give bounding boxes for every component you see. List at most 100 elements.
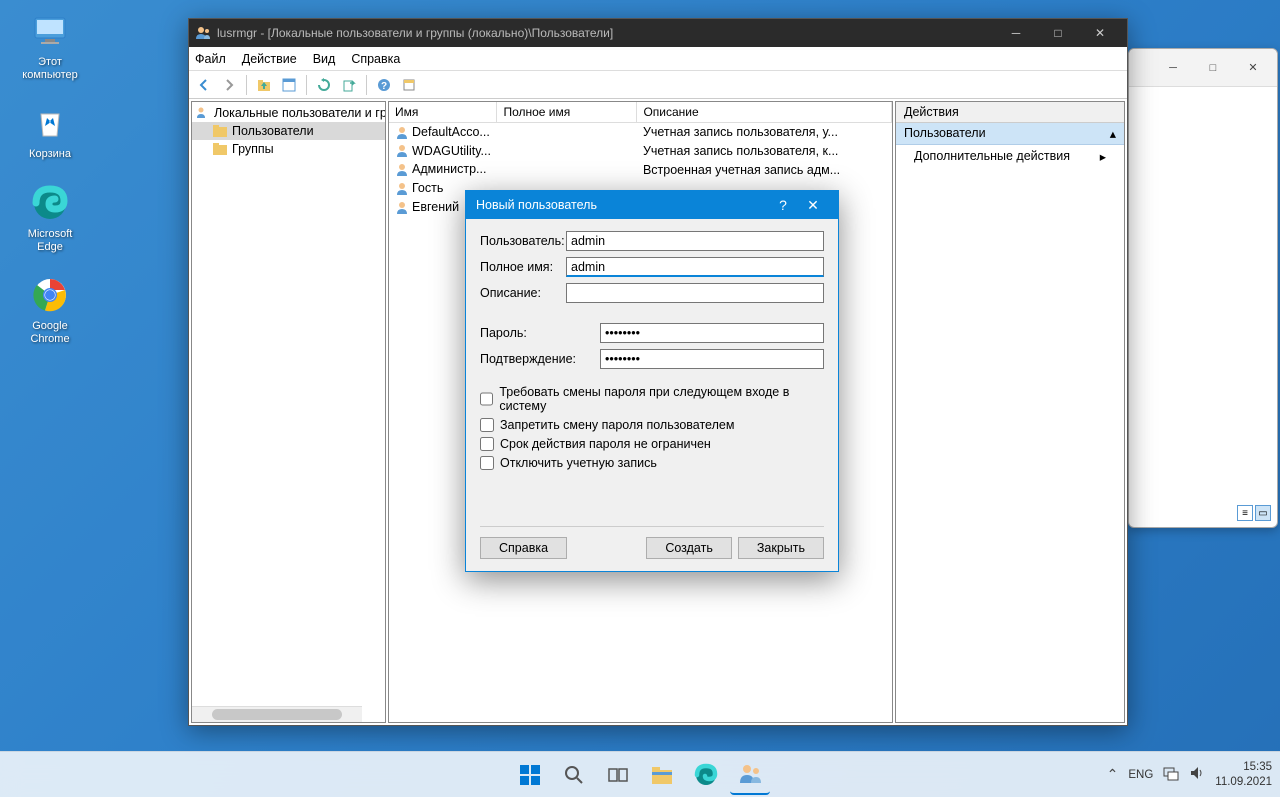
taskbar-lusrmgr-icon[interactable] [730, 755, 770, 795]
users-groups-icon [196, 106, 210, 120]
checkbox-disabled[interactable] [480, 456, 494, 470]
menu-view[interactable]: Вид [313, 52, 336, 66]
window-title: lusrmgr - [Локальные пользователи и груп… [217, 26, 995, 40]
input-password[interactable] [600, 323, 824, 343]
input-user[interactable] [566, 231, 824, 251]
desktop-icon-chrome[interactable]: GoogleChrome [10, 274, 90, 346]
window-titlebar[interactable]: lusrmgr - [Локальные пользователи и груп… [189, 19, 1127, 47]
tray-network-icon[interactable] [1163, 765, 1179, 784]
menu-help[interactable]: Справка [351, 52, 400, 66]
recycle-bin-icon [29, 102, 71, 144]
close-button[interactable]: Закрыть [738, 537, 824, 559]
tray-volume-icon[interactable] [1189, 765, 1205, 784]
taskbar-explorer-icon[interactable] [642, 755, 682, 795]
label-must-change: Требовать смены пароля при следующем вхо… [499, 385, 824, 413]
checkbox-must-change[interactable] [480, 392, 493, 406]
tree-groups[interactable]: Группы [192, 140, 385, 158]
label-confirm: Подтверждение: [480, 352, 600, 366]
minimize-button[interactable]: ─ [995, 26, 1037, 40]
input-fullname[interactable] [566, 257, 824, 277]
taskbar-search-icon[interactable] [554, 755, 594, 795]
desktop-icon-edge[interactable]: MicrosoftEdge [10, 182, 90, 254]
actions-header: Действия [896, 102, 1124, 123]
label-user: Пользователь: [480, 234, 566, 248]
label-never-expires: Срок действия пароля не ограничен [500, 437, 711, 451]
chevron-right-icon: ▸ [1100, 149, 1106, 164]
user-row[interactable]: DefaultAcco...Учетная запись пользовател… [389, 123, 892, 142]
desktop-icon-this-pc[interactable]: Этоткомпьютер [10, 10, 90, 82]
new-user-dialog: Новый пользователь ? ✕ Пользователь: Пол… [465, 190, 839, 572]
navigation-tree: Локальные пользователи и гру Пользовател… [191, 101, 386, 723]
taskbar-edge-icon[interactable] [686, 755, 726, 795]
input-description[interactable] [566, 283, 824, 303]
user-icon [395, 182, 409, 196]
bg-maximize-button[interactable]: □ [1193, 53, 1233, 83]
toolbar-refresh-icon[interactable] [313, 74, 335, 96]
user-icon [395, 163, 409, 177]
view-list-icon[interactable]: ≡ [1237, 505, 1253, 521]
toolbar-properties-icon[interactable] [278, 74, 300, 96]
actions-more[interactable]: Дополнительные действия ▸ [896, 145, 1124, 168]
close-button[interactable]: ✕ [1079, 26, 1121, 40]
collapse-icon: ▴ [1110, 126, 1116, 141]
horizontal-scrollbar[interactable] [192, 706, 362, 722]
user-icon [395, 126, 409, 140]
user-icon [395, 201, 409, 215]
actions-pane: Действия Пользователи ▴ Дополнительные д… [895, 101, 1125, 723]
checkbox-cannot-change[interactable] [480, 418, 494, 432]
toolbar-export-icon[interactable] [338, 74, 360, 96]
checkbox-never-expires[interactable] [480, 437, 494, 451]
create-button[interactable]: Создать [646, 537, 732, 559]
dialog-help-button[interactable]: ? [768, 197, 798, 213]
menubar: Файл Действие Вид Справка [189, 47, 1127, 71]
tray-clock[interactable]: 15:35 11.09.2021 [1215, 760, 1272, 789]
column-fullname[interactable]: Полное имя [497, 102, 637, 123]
desktop-icon-label: Этоткомпьютер [10, 56, 90, 82]
toolbar-up-icon[interactable] [253, 74, 275, 96]
desktop-icon-label: GoogleChrome [10, 320, 90, 346]
chrome-icon [29, 274, 71, 316]
tree-root[interactable]: Локальные пользователи и гру [192, 104, 385, 122]
svg-text:?: ? [381, 81, 387, 92]
view-grid-icon[interactable]: ▭ [1255, 505, 1271, 521]
label-description: Описание: [480, 286, 566, 300]
column-name[interactable]: Имя [389, 102, 497, 123]
background-window: ─ □ ✕ ≡ ▭ [1128, 48, 1278, 528]
folder-icon [212, 142, 228, 156]
tray-language[interactable]: ENG [1128, 769, 1153, 781]
nav-back-button[interactable] [193, 74, 215, 96]
dialog-titlebar[interactable]: Новый пользователь ? ✕ [466, 191, 838, 219]
monitor-icon [29, 10, 71, 52]
user-row[interactable]: WDAGUtility...Учетная запись пользовател… [389, 142, 892, 161]
tray-chevron-icon[interactable]: ⌃ [1107, 766, 1119, 783]
menu-file[interactable]: Файл [195, 52, 226, 66]
column-description[interactable]: Описание [637, 102, 892, 123]
maximize-button[interactable]: □ [1037, 26, 1079, 40]
taskbar-taskview-icon[interactable] [598, 755, 638, 795]
label-password: Пароль: [480, 326, 600, 340]
lusrmgr-icon [195, 25, 211, 41]
help-button[interactable]: Справка [480, 537, 567, 559]
dialog-close-button[interactable]: ✕ [798, 197, 828, 214]
tree-users[interactable]: Пользователи [192, 122, 385, 140]
user-row[interactable]: Администр...Встроенная учетная запись ад… [389, 160, 892, 179]
bg-close-button[interactable]: ✕ [1233, 53, 1273, 83]
label-fullname: Полное имя: [480, 260, 566, 274]
start-button[interactable] [510, 755, 550, 795]
bg-minimize-button[interactable]: ─ [1153, 53, 1193, 83]
toolbar-help-icon[interactable]: ? [373, 74, 395, 96]
taskbar: ⌃ ENG 15:35 11.09.2021 [0, 751, 1280, 797]
nav-forward-button[interactable] [218, 74, 240, 96]
folder-icon [212, 124, 228, 138]
actions-context[interactable]: Пользователи ▴ [896, 123, 1124, 145]
desktop-icon-label: MicrosoftEdge [10, 228, 90, 254]
toolbar: ? [189, 71, 1127, 99]
dialog-title: Новый пользователь [476, 198, 768, 212]
edge-icon [29, 182, 71, 224]
user-icon [395, 144, 409, 158]
label-cannot-change: Запретить смену пароля пользователем [500, 418, 734, 432]
input-confirm[interactable] [600, 349, 824, 369]
menu-action[interactable]: Действие [242, 52, 297, 66]
desktop-icon-recycle-bin[interactable]: Корзина [10, 102, 90, 161]
toolbar-about-icon[interactable] [398, 74, 420, 96]
